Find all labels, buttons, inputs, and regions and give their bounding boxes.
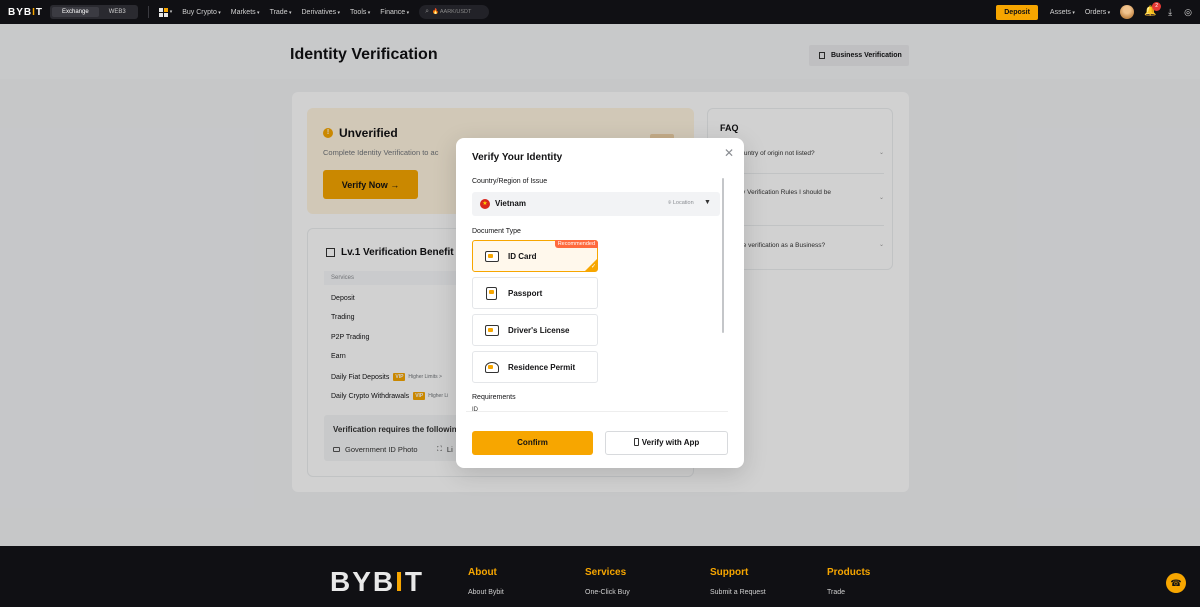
recommended-badge: Recommended	[554, 240, 598, 248]
doc-option-label: Passport	[508, 289, 543, 298]
doc-option-drivers-license[interactable]: Driver's License	[472, 314, 598, 346]
doc-option-residence-permit[interactable]: Residence Permit	[472, 351, 598, 383]
footer-heading: Support	[710, 567, 749, 578]
check-icon: ✓	[590, 264, 596, 270]
nav-buy-crypto[interactable]: Buy Crypto	[182, 9, 221, 16]
footer-link[interactable]: Submit a Request	[710, 589, 766, 596]
doc-option-passport[interactable]: Passport	[472, 277, 598, 309]
notification-badge: 2	[1152, 2, 1162, 11]
deposit-button[interactable]: Deposit	[996, 4, 1038, 20]
footer-link[interactable]: Trade	[827, 589, 870, 596]
nav-finance[interactable]: Finance	[380, 9, 409, 16]
footer-col-about: About About Bybit	[468, 567, 504, 596]
doc-option-label: Residence Permit	[508, 363, 576, 372]
nav-right: Deposit Assets Orders 🔔2 ⤓ ◎	[996, 0, 1192, 24]
close-icon[interactable]: ✕	[724, 146, 734, 160]
doc-option-label: ID Card	[508, 252, 537, 261]
passport-icon	[486, 287, 497, 300]
footer-link[interactable]: About Bybit	[468, 589, 504, 596]
download-icon[interactable]: ⤓	[1168, 7, 1172, 18]
bell-icon[interactable]: 🔔 2	[1144, 2, 1162, 18]
footer-col-support: Support Submit a Request	[710, 567, 766, 596]
phone-icon	[633, 438, 639, 446]
confirm-button[interactable]: Confirm	[472, 431, 593, 455]
footer: BYBIT About About Bybit Services One-Cli…	[0, 546, 1200, 607]
tab-exchange[interactable]: Exchange	[52, 7, 99, 17]
footer-heading: Services	[585, 567, 627, 578]
fire-icon: 🔥	[432, 9, 439, 15]
modal-title: Verify Your Identity	[472, 152, 563, 163]
residence-permit-icon	[485, 362, 499, 373]
verify-with-app-label: Verify with App	[641, 438, 700, 447]
nav-orders[interactable]: Orders	[1085, 9, 1110, 16]
search-icon: ⌕	[425, 8, 430, 15]
search-placeholder: AARK/USDT	[439, 9, 472, 15]
footer-col-services: Services One-Click Buy	[585, 567, 630, 596]
chevron-down-icon: ▾	[169, 9, 173, 15]
requirements-text: ID	[472, 407, 478, 412]
support-chat-icon[interactable]: ☎	[1166, 573, 1186, 593]
doc-option-label: Driver's License	[508, 326, 570, 335]
document-type-label: Document Type	[472, 228, 521, 235]
footer-col-products: Products Trade	[827, 567, 870, 596]
caret-down-icon: ▼	[704, 199, 711, 206]
doc-option-id-card[interactable]: ID Card Recommended ✓	[472, 240, 598, 272]
modal-scrollbar[interactable]	[722, 178, 724, 333]
top-nav: BYBIT Exchange WEB3 ▾ Buy Crypto Markets…	[0, 0, 1200, 24]
location-label: Location	[672, 200, 694, 206]
globe-icon[interactable]: ◎	[1184, 7, 1192, 18]
footer-heading: About	[468, 567, 497, 578]
footer-heading: Products	[827, 567, 871, 578]
requirements-label: Requirements	[472, 394, 516, 401]
footer-logo: BYBIT	[330, 566, 425, 597]
avatar[interactable]	[1120, 5, 1135, 19]
modal-scroll-area[interactable]: Country/Region of Issue ★ Vietnam ⌾ Loca…	[466, 174, 728, 412]
bybit-logo[interactable]: BYBIT	[8, 7, 42, 18]
nav-tools[interactable]: Tools	[350, 9, 370, 16]
vietnam-flag-icon: ★	[480, 199, 490, 209]
nav-markets[interactable]: Markets	[231, 9, 260, 16]
country-label: Country/Region of Issue	[472, 178, 548, 185]
nav-trade[interactable]: Trade	[270, 9, 292, 16]
verify-identity-modal: Verify Your Identity ✕ Country/Region of…	[456, 138, 744, 468]
tab-web3[interactable]: WEB3	[99, 7, 136, 17]
id-card-icon	[485, 251, 499, 262]
nav-assets[interactable]: Assets	[1050, 9, 1075, 16]
verify-with-app-button[interactable]: Verify with App	[605, 431, 728, 455]
country-value: Vietnam	[495, 199, 526, 208]
exchange-web3-switch: Exchange WEB3	[50, 5, 138, 19]
footer-link[interactable]: One-Click Buy	[585, 589, 630, 596]
location-pin-icon: ⌾	[668, 200, 672, 206]
drivers-license-icon	[485, 325, 499, 336]
nav-divider	[147, 6, 149, 18]
country-select[interactable]: ★ Vietnam ⌾ Location ▼	[472, 192, 720, 216]
location-tag: ⌾ Location	[668, 200, 694, 207]
apps-grid-icon[interactable]	[158, 7, 168, 17]
nav-derivatives[interactable]: Derivatives	[302, 9, 341, 16]
search-input[interactable]: ⌕ 🔥 AARK/USDT	[419, 5, 490, 19]
